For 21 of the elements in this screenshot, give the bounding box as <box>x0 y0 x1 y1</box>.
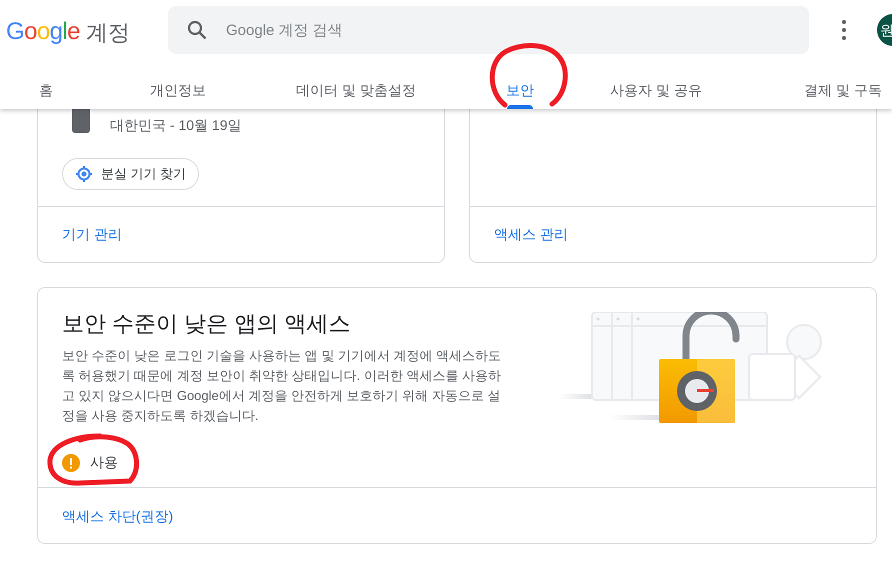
more-options-icon[interactable] <box>841 20 847 40</box>
location-target-icon <box>75 165 93 183</box>
status-label: 사용 <box>90 453 118 472</box>
nav-tab[interactable]: 결제 및 구독 <box>802 72 884 109</box>
card-title: 보안 수준이 낮은 앱의 액세스 <box>62 310 352 338</box>
search-icon[interactable] <box>187 20 207 40</box>
nav-tab[interactable]: 데이터 및 맞춤설정 <box>294 72 418 109</box>
card-description: 보안 수준이 낮은 로그인 기술을 사용하는 앱 및 기기에서 계정에 액세스하도록 허용했기 때문에 계정 보안이 취약한 상태입니다. 이러한 액세스를 사용하고 있지 않으시다면 Google에서 계정을 안전하게 보호하기 위해 자동으로 설정을 사용 중지하도록 하겠습니다. <box>62 347 502 425</box>
device-detail: 대한민국 - 10월 19일 <box>110 116 242 135</box>
nav-tab[interactable]: 보안 <box>504 72 536 109</box>
account-avatar[interactable]: 원 <box>877 14 892 46</box>
block-access-link[interactable]: 액세스 차단(권장) <box>62 508 174 524</box>
find-device-button[interactable]: 분실 기기 찾기 <box>62 158 200 190</box>
manage-devices-link[interactable]: 기기 관리 <box>62 224 122 245</box>
product-name: 계정 <box>86 18 130 46</box>
search-field[interactable]: Google 계정 검색 <box>168 6 809 54</box>
google-logo: Google <box>6 17 80 47</box>
nav-tab[interactable]: 사용자 및 공유 <box>608 72 704 109</box>
nav-tab[interactable]: 홈 <box>37 72 55 109</box>
manage-access-link[interactable]: 액세스 관리 <box>494 224 568 245</box>
nav-tab[interactable]: 개인정보 <box>148 72 208 109</box>
